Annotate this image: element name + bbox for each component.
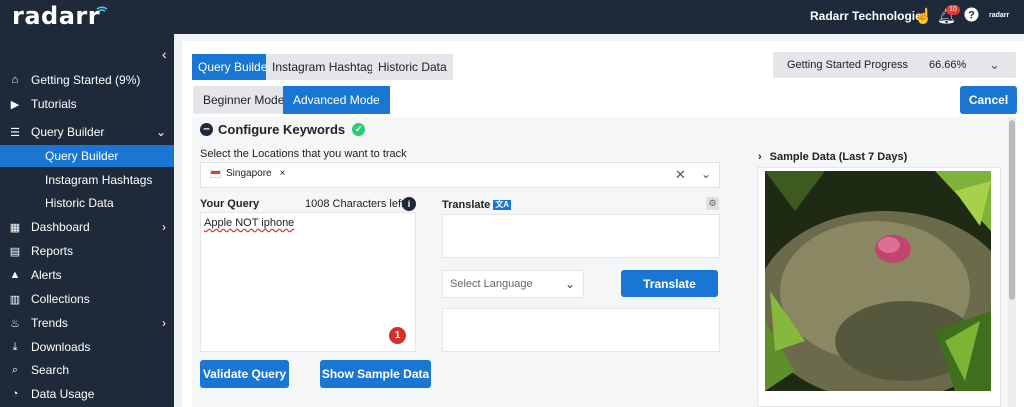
sidebar-subitem-historic-data[interactable]: Historic Data — [0, 192, 174, 214]
translate-label-text: Translate — [442, 199, 491, 211]
sample-data-label: Sample Data (Last 7 Days) — [769, 151, 908, 163]
query-label: Your Query — [200, 198, 260, 210]
sidebar-item-getting-started[interactable]: ⌂ Getting Started (9%) — [0, 69, 174, 91]
progress-value: 66.66% — [929, 59, 967, 71]
translate-output[interactable] — [442, 308, 720, 352]
sidebar-item-tutorials[interactable]: ▶ Tutorials — [0, 93, 174, 115]
sidebar-item-reports[interactable]: ▤ Reports — [0, 240, 174, 262]
check-icon: ✓ — [352, 123, 366, 136]
sidebar-subitem-query-builder[interactable]: Query Builder — [0, 145, 174, 167]
progress-label: Getting Started Progress — [787, 59, 909, 71]
chevron-down-icon: ⌄ — [989, 57, 1000, 72]
query-text: Apple NOT iphone — [204, 217, 295, 229]
sidebar-item-label: Downloads — [31, 340, 91, 354]
hand-icon[interactable]: ☝ — [914, 7, 933, 25]
tab-query-builder[interactable]: Query Builder — [192, 54, 278, 80]
error-count-badge[interactable]: 1 — [389, 327, 406, 344]
sidebar-item-label: Historic Data — [45, 196, 114, 210]
collapse-section-icon[interactable]: – — [200, 122, 213, 136]
locations-label: Select the Locations that you want to tr… — [200, 148, 407, 160]
sidebar-item-label: Query Builder — [45, 149, 119, 163]
sidebar-item-label: Trends — [31, 316, 68, 330]
top-bar: radarr Radarr Technologies ☝ 🔔︎ 10 ? rad… — [0, 0, 1024, 34]
sidebar-item-dashboard[interactable]: ▦ Dashboard › — [0, 216, 174, 238]
alert-icon: ▲ — [9, 269, 21, 281]
search-icon: ⌕ — [11, 363, 19, 376]
translate-label: Translate 文A — [442, 199, 512, 211]
section-title: Configure Keywords — [218, 122, 346, 137]
getting-started-progress[interactable]: Getting Started Progress 66.66% ⌄ — [773, 52, 1016, 78]
beginner-mode-button[interactable]: Beginner Mode — [193, 86, 295, 114]
sidebar-item-search[interactable]: ⌕ Search — [0, 359, 174, 381]
sidebar-item-data-usage[interactable]: ◔ Data Usage — [0, 383, 174, 405]
sidebar-item-label: Data Usage — [31, 387, 95, 401]
collapse-sidebar-icon[interactable]: ‹ — [162, 46, 167, 62]
video-icon: ▶ — [10, 98, 20, 111]
sidebar-item-label: Reports — [31, 244, 74, 258]
sidebar-item-label: Instagram Hashtags — [45, 173, 153, 187]
sidebar-item-label: Alerts — [31, 268, 62, 282]
signal-icon — [96, 6, 108, 12]
chevron-down-icon: ⌄ — [155, 125, 166, 139]
fire-icon: ♨ — [10, 317, 20, 330]
flag-icon — [210, 169, 221, 178]
sidebar-item-label: Tutorials — [31, 97, 77, 111]
sidebar-item-alerts[interactable]: ▲ Alerts — [0, 264, 174, 286]
remove-chip-icon[interactable]: × — [280, 168, 286, 179]
svg-text:?: ? — [968, 10, 975, 22]
tab-instagram-hashtags[interactable]: Instagram Hashtags — [266, 54, 386, 80]
sidebar-item-downloads[interactable]: ⤓ Downloads — [0, 336, 174, 358]
clear-icon[interactable]: ✕ — [675, 167, 686, 183]
sample-data-header[interactable]: › Sample Data (Last 7 Days) — [758, 151, 907, 163]
show-sample-data-button[interactable]: Show Sample Data — [320, 360, 431, 388]
advanced-mode-button[interactable]: Advanced Mode — [283, 86, 390, 114]
home-icon: ⌂ — [11, 74, 19, 86]
settings-icon[interactable]: ⚙ — [706, 197, 719, 210]
characters-left: 1008 Characters left — [305, 198, 405, 210]
user-avatar[interactable]: radarr — [989, 12, 1009, 19]
language-select[interactable]: Select Language ⌄ — [442, 270, 584, 298]
location-select[interactable]: Singapore × ✕ ⌄ — [200, 162, 720, 188]
sidebar-item-label: Getting Started (9%) — [31, 73, 141, 87]
report-icon: ▤ — [9, 245, 21, 258]
chevron-right-icon: › — [162, 220, 166, 234]
tab-historic-data[interactable]: Historic Data — [372, 54, 453, 80]
sidebar-item-label: Dashboard — [31, 220, 90, 234]
sidebar-item-label: Search — [31, 363, 70, 377]
sidebar: ‹ ⌂ Getting Started (9%) ▶ Tutorials ☰ Q… — [0, 34, 174, 407]
sidebar-item-collections[interactable]: ▥ Collections — [0, 288, 174, 310]
chevron-down-icon[interactable]: ⌄ — [701, 167, 711, 181]
layers-icon: ☰ — [10, 126, 20, 139]
grid-icon: ▦ — [9, 221, 21, 234]
sidebar-item-label: Query Builder — [31, 125, 105, 139]
translate-button[interactable]: Translate — [621, 270, 718, 297]
location-chip: Singapore × — [210, 168, 285, 179]
info-icon[interactable]: i — [402, 197, 416, 211]
cancel-button[interactable]: Cancel — [960, 86, 1017, 114]
app-logo[interactable]: radarr — [12, 2, 100, 30]
gauge-icon: ◔ — [11, 388, 19, 400]
collection-icon: ▥ — [9, 293, 21, 306]
chip-label: Singapore — [226, 168, 272, 179]
query-textarea[interactable]: Apple NOT iphone — [200, 212, 416, 352]
scrollbar-thumb[interactable] — [1009, 120, 1015, 300]
download-icon: ⤓ — [12, 340, 18, 353]
sidebar-item-label: Collections — [31, 292, 90, 306]
translate-icon: 文A — [493, 200, 512, 210]
validate-query-button[interactable]: Validate Query — [200, 360, 289, 388]
notification-badge: 10 — [946, 5, 960, 15]
language-placeholder: Select Language — [450, 278, 533, 290]
sample-photo[interactable] — [765, 171, 991, 391]
sidebar-item-query-builder[interactable]: ☰ Query Builder ⌄ — [0, 121, 174, 143]
chevron-right-icon: › — [758, 151, 762, 163]
chevron-right-icon: › — [162, 316, 166, 330]
translate-input[interactable] — [442, 214, 720, 258]
company-name[interactable]: Radarr Technologies — [810, 9, 928, 23]
help-icon[interactable]: ? — [964, 7, 979, 26]
sidebar-subitem-instagram-hashtags[interactable]: Instagram Hashtags — [0, 169, 174, 191]
sidebar-item-trends[interactable]: ♨ Trends › — [0, 312, 174, 334]
chevron-down-icon: ⌄ — [564, 277, 575, 291]
configure-keywords-header[interactable]: – Configure Keywords ✓ — [200, 122, 366, 137]
